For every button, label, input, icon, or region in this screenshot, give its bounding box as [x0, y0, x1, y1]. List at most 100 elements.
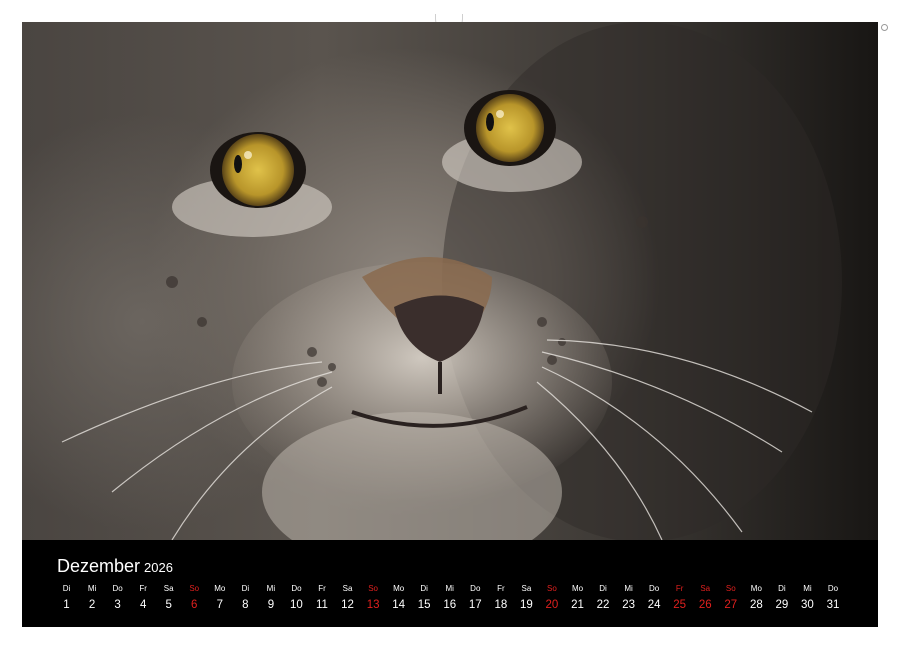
- weekday-label: Di: [420, 584, 428, 593]
- calendar-sheet: Dezember 2026 Di 1 Mi 2 Do 3 Fr 4 Sa 5 So 6 Mo 7 Di 8 Mi 9…: [22, 22, 878, 627]
- day-cell: Sa 19: [514, 584, 539, 613]
- day-number: 18: [494, 599, 508, 611]
- day-cell: Di 15: [412, 584, 437, 613]
- day-number: 8: [242, 599, 249, 611]
- left-eye: [210, 132, 306, 208]
- weekday-label: Mi: [803, 584, 812, 593]
- day-cell: Do 17: [463, 584, 488, 613]
- day-cell: So 6: [182, 584, 207, 613]
- weekday-label: So: [725, 584, 736, 593]
- day-cell: Do 31: [821, 584, 846, 613]
- weekday-label: Sa: [521, 584, 532, 593]
- day-number: 25: [673, 599, 687, 611]
- day-row: Di 1 Mi 2 Do 3 Fr 4 Sa 5 So 6 Mo 7 Di 8 Mi 9 Do 10 Fr 11 Sa 12 S…: [54, 584, 850, 624]
- weekday-label: Mo: [750, 584, 762, 593]
- day-number: 28: [749, 599, 763, 611]
- weekday-label: Mo: [393, 584, 405, 593]
- day-number: 24: [647, 599, 661, 611]
- day-cell: Mo 7: [207, 584, 232, 613]
- day-cell: So 20: [539, 584, 564, 613]
- weekday-label: Mo: [571, 584, 584, 593]
- day-cell: Sa 5: [156, 584, 181, 613]
- weekday-label: Fr: [497, 584, 505, 593]
- weekday-label: Di: [778, 584, 786, 593]
- day-cell: Do 24: [642, 584, 667, 613]
- day-number: 15: [417, 599, 431, 611]
- weekday-label: Fr: [675, 584, 684, 593]
- day-cell: Mi 9: [258, 584, 283, 613]
- day-number: 7: [216, 599, 223, 611]
- calendar-strip: Dezember 2026 Di 1 Mi 2 Do 3 Fr 4 Sa 5 So 6 Mo 7 Di 8 Mi 9…: [22, 540, 878, 627]
- month-title: Dezember 2026: [57, 556, 173, 577]
- weekday-label: Mi: [266, 584, 276, 593]
- day-number: 19: [519, 599, 533, 611]
- weekday-label: Sa: [700, 584, 711, 593]
- day-number: 31: [826, 599, 840, 611]
- weekday-label: Di: [62, 584, 71, 593]
- day-number: 13: [366, 599, 380, 611]
- day-number: 16: [443, 599, 457, 611]
- day-number: 20: [545, 599, 559, 611]
- day-number: 30: [801, 599, 814, 611]
- weekday-label: Mi: [87, 584, 97, 593]
- weekday-label: Do: [827, 584, 839, 593]
- day-number: 17: [468, 599, 482, 611]
- day-cell: Sa 12: [335, 584, 360, 613]
- day-number: 27: [724, 599, 738, 611]
- day-number: 9: [267, 599, 275, 611]
- day-cell: Mi 16: [437, 584, 462, 613]
- day-number: 29: [775, 599, 789, 611]
- weekday-label: Fr: [139, 584, 147, 593]
- day-cell: Fr 11: [310, 584, 335, 613]
- day-cell: Fr 18: [488, 584, 513, 613]
- weekday-label: Mi: [624, 584, 633, 593]
- day-cell: Fr 4: [131, 584, 156, 613]
- weekday-label: Do: [291, 584, 302, 593]
- day-number: 26: [698, 599, 712, 611]
- day-number: 10: [290, 599, 303, 611]
- lynx-face-illustration: [61, 22, 842, 540]
- day-cell: Mi 2: [80, 584, 105, 613]
- weekday-label: Mo: [214, 584, 226, 593]
- weekday-label: Sa: [342, 584, 353, 593]
- day-number: 14: [392, 599, 406, 611]
- day-cell: Mo 28: [744, 584, 769, 613]
- month-name: Dezember: [57, 556, 141, 576]
- day-cell: Mo 21: [565, 584, 590, 613]
- day-number: 21: [571, 599, 584, 611]
- day-number: 6: [191, 599, 198, 611]
- day-cell: Sa 26: [693, 584, 718, 613]
- day-number: 4: [139, 599, 147, 611]
- day-cell: Di 1: [54, 584, 79, 613]
- day-cell: Do 3: [105, 584, 130, 613]
- day-cell: Do 10: [284, 584, 309, 613]
- day-cell: Di 8: [233, 584, 258, 613]
- day-number: 11: [316, 599, 328, 611]
- day-number: 12: [341, 599, 354, 611]
- day-number: 5: [165, 599, 172, 611]
- binding-hole: [881, 24, 889, 31]
- day-cell: So 27: [718, 584, 743, 613]
- weekday-label: So: [547, 584, 557, 593]
- day-number: 1: [63, 599, 70, 611]
- day-cell: Mi 23: [616, 584, 641, 613]
- weekday-label: Do: [470, 584, 481, 593]
- weekday-label: Mi: [445, 584, 454, 593]
- year: 2026: [144, 560, 173, 575]
- weekday-label: Do: [649, 584, 660, 593]
- day-cell: So 13: [361, 584, 386, 613]
- day-number: 22: [596, 599, 610, 611]
- day-number: 2: [88, 599, 96, 611]
- weekday-label: Do: [112, 584, 123, 593]
- weekday-label: So: [189, 584, 200, 593]
- day-cell: Mi 30: [795, 584, 820, 613]
- weekday-label: Sa: [163, 584, 174, 593]
- right-eye: [464, 90, 556, 166]
- day-cell: Di 22: [591, 584, 616, 613]
- weekday-label: So: [368, 584, 378, 593]
- day-cell: Mo 14: [386, 584, 411, 613]
- lynx-photo: [22, 22, 878, 540]
- day-cell: Di 29: [769, 584, 794, 613]
- day-cell: Fr 25: [667, 584, 692, 613]
- day-number: 3: [114, 599, 121, 611]
